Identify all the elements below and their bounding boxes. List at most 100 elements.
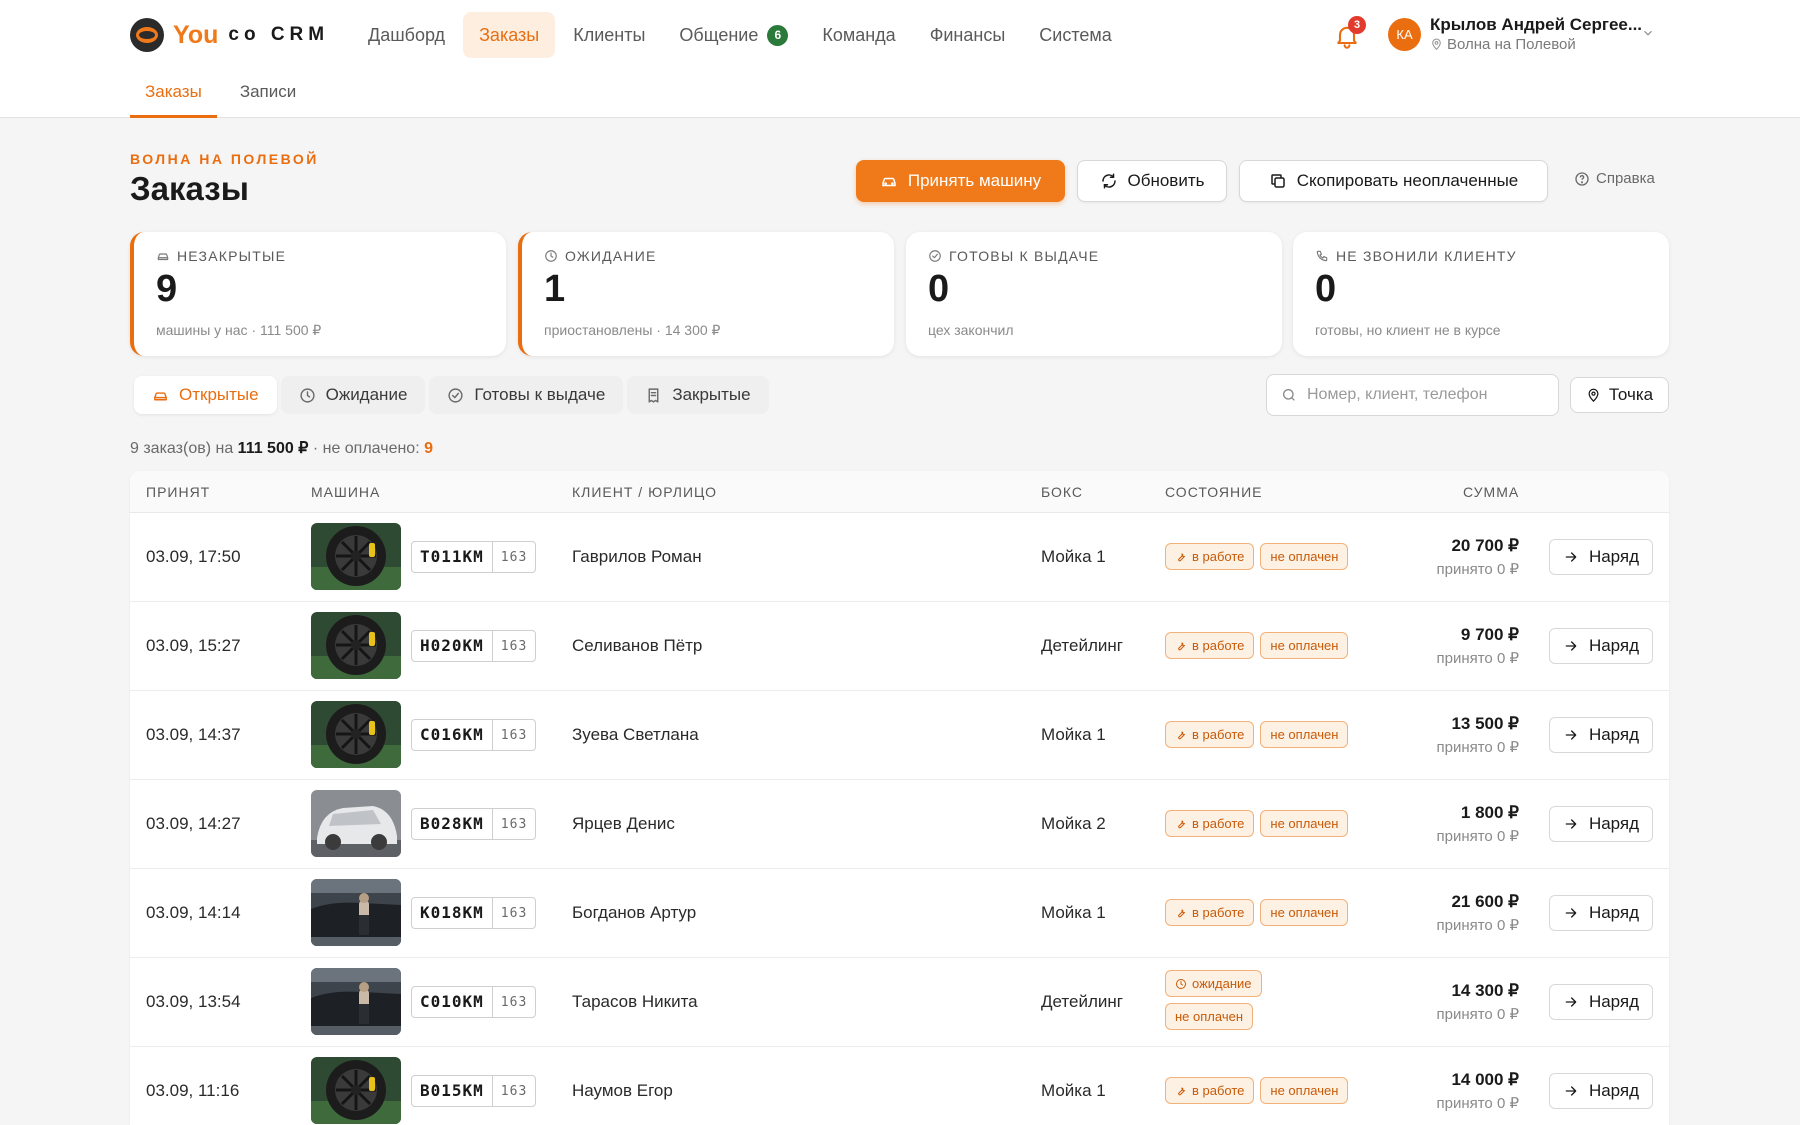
copy-icon <box>1270 174 1285 188</box>
chevron-down-icon[interactable] <box>1641 26 1655 40</box>
work-order-button[interactable]: Наряд <box>1549 539 1653 575</box>
orders-summary: 9 заказ(ов) на 111 500 ₽ · не оплачено: … <box>130 438 433 458</box>
car-photo-wheel <box>311 701 401 768</box>
work-order-button[interactable]: Наряд <box>1549 717 1653 753</box>
client-name[interactable]: Гаврилов Роман <box>572 547 702 567</box>
car-photo[interactable] <box>311 1057 401 1124</box>
client-name[interactable]: Богданов Артур <box>572 903 696 923</box>
accept-car-button[interactable]: Принять машину <box>856 160 1065 202</box>
car-photo[interactable] <box>311 968 401 1035</box>
stat-card-subtitle: готовы, но клиент не в курсе <box>1315 322 1501 338</box>
header-status[interactable]: СОСТОЯНИЕ <box>1165 484 1262 500</box>
check-circle-icon <box>448 387 463 403</box>
license-plate: В015КМ 163 <box>411 1075 537 1107</box>
status-filters: Открытые Ожидание Готовы к выдаче Закрытые <box>134 376 773 414</box>
nav-item[interactable]: Система <box>1023 12 1128 58</box>
accept-car-label: Принять машину <box>907 171 1042 190</box>
header-box[interactable]: БОКС <box>1041 484 1083 500</box>
license-plate: Н020КМ 163 <box>411 630 537 662</box>
work-order-button[interactable]: Наряд <box>1549 984 1653 1020</box>
search-input[interactable] <box>1307 386 1537 404</box>
work-order-button[interactable]: Наряд <box>1549 1073 1653 1109</box>
header-sum[interactable]: СУММА <box>1463 484 1519 500</box>
stat-card-label: ОЖИДАНИЕ <box>544 248 657 264</box>
header-accepted[interactable]: ПРИНЯТ <box>146 484 210 500</box>
user-location-label: Волна на Полевой <box>1447 36 1576 53</box>
table-row[interactable]: 03.09, 17:50 Т011КМ 163 Гаврилов Роман Мойка… <box>130 513 1669 602</box>
client-name[interactable]: Селиванов Пётр <box>572 636 702 656</box>
order-sum: 14 000 ₽ <box>1451 1070 1519 1089</box>
table-row[interactable]: 03.09, 15:27 Н020КМ 163 Селиванов Пётр Детей… <box>130 602 1669 691</box>
subtabs: Заказы Записи <box>130 72 319 118</box>
stat-card[interactable]: НЕЗАКРЫТЫЕ 9 машины у нас · 111 500 ₽ <box>130 232 506 356</box>
nav-item[interactable]: Команда <box>806 12 911 58</box>
help-icon <box>1575 171 1589 186</box>
status-badge-label: не оплачен <box>1270 816 1339 831</box>
car-photo[interactable] <box>311 879 401 946</box>
car-photo[interactable] <box>311 523 401 590</box>
filter-tab[interactable]: Ожидание <box>280 376 426 414</box>
client-name[interactable]: Тарасов Никита <box>572 992 698 1012</box>
nav-item[interactable]: Дашборд <box>352 12 461 58</box>
arrow-right-icon <box>1565 1086 1577 1096</box>
header-car[interactable]: МАШИНА <box>311 484 380 500</box>
box-name: Мойка 2 <box>1041 814 1106 833</box>
car-photo-wheel <box>311 523 401 590</box>
sum-cell: 9 700 ₽ принято 0 ₽ <box>1436 625 1519 667</box>
work-order-button[interactable]: Наряд <box>1549 806 1653 842</box>
search-box[interactable] <box>1266 374 1559 416</box>
logo[interactable]: You co CRM <box>130 17 329 53</box>
orders-table: ПРИНЯТ МАШИНА КЛИЕНТ / ЮРЛИЦО БОКС СОСТО… <box>130 471 1669 1125</box>
stat-card[interactable]: НЕ ЗВОНИЛИ КЛИЕНТУ 0 готовы, но клиент не … <box>1293 232 1669 356</box>
table-row[interactable]: 03.09, 14:14 К018КМ 163 Богданов Артур Мойка… <box>130 869 1669 958</box>
help-link[interactable]: Справка <box>1574 170 1655 187</box>
table-row[interactable]: 03.09, 14:37 С016КМ 163 Зуева Светлана Мойка… <box>130 691 1669 780</box>
refresh-label: Обновить <box>1127 171 1205 190</box>
status-badge-label: в работе <box>1192 905 1245 920</box>
work-order-button[interactable]: Наряд <box>1549 895 1653 931</box>
nav-item[interactable]: Заказы <box>463 12 556 58</box>
status-badge: в работе <box>1165 632 1255 659</box>
status-badge: не оплачен <box>1260 632 1349 659</box>
filter-tab[interactable]: Готовы к выдаче <box>429 376 624 414</box>
copy-unpaid-button[interactable]: Скопировать неоплаченные <box>1239 160 1548 202</box>
filter-tab[interactable]: Открытые <box>134 376 277 414</box>
nav-item-label: Клиенты <box>573 25 646 45</box>
nav-item[interactable]: Общение 6 <box>663 12 804 58</box>
stat-card-label-text: НЕЗАКРЫТЫЕ <box>177 248 287 264</box>
table-row[interactable]: 03.09, 14:27 В028КМ 163 Ярцев Денис Мойка 2 в… <box>130 780 1669 869</box>
filter-tab[interactable]: Закрытые <box>627 376 769 414</box>
box-name: Мойка 1 <box>1041 903 1106 922</box>
summary-prefix: 9 заказ(ов) на <box>130 440 234 457</box>
box-name: Мойка 1 <box>1041 547 1106 566</box>
table-row[interactable]: 03.09, 13:54 С010КМ 163 Тарасов Никита Детей… <box>130 958 1669 1047</box>
client-name[interactable]: Ярцев Денис <box>572 814 675 834</box>
car-photo[interactable] <box>311 790 401 857</box>
status-cell: ожидание не оплачен <box>1165 970 1385 1036</box>
plate-region: 163 <box>500 549 528 565</box>
avatar[interactable]: КА <box>1388 18 1421 51</box>
user-name[interactable]: Крылов Андрей Сергее... <box>1430 15 1642 35</box>
nav-item[interactable]: Клиенты <box>557 12 661 58</box>
table-row[interactable]: 03.09, 11:16 В015КМ 163 Наумов Егор Мойка 1 в… <box>130 1047 1669 1125</box>
car-photo[interactable] <box>311 612 401 679</box>
stat-card[interactable]: ОЖИДАНИЕ 1 приостановлены · 14 300 ₽ <box>518 232 894 356</box>
subtab[interactable]: Записи <box>225 72 311 118</box>
work-order-label: Наряд <box>1588 814 1640 833</box>
work-order-button[interactable]: Наряд <box>1549 628 1653 664</box>
car-photo[interactable] <box>311 701 401 768</box>
unread-count-badge: 6 <box>767 24 789 46</box>
box-name: Мойка 1 <box>1041 1081 1106 1100</box>
stat-card[interactable]: ГОТОВЫ К ВЫДАЧЕ 0 цех закончил <box>906 232 1282 356</box>
refresh-button[interactable]: Обновить <box>1077 160 1227 202</box>
filter-tab-label: Открытые <box>179 385 259 404</box>
subtab[interactable]: Заказы <box>130 72 217 118</box>
nav-item[interactable]: Финансы <box>914 12 1022 58</box>
client-name[interactable]: Наумов Егор <box>572 1081 673 1101</box>
paid-amount: принято 0 ₽ <box>1436 1095 1519 1112</box>
point-button[interactable]: Точка <box>1570 377 1669 413</box>
status-badge-label: в работе <box>1192 816 1245 831</box>
license-plate: В028КМ 163 <box>411 808 537 840</box>
header-client[interactable]: КЛИЕНТ / ЮРЛИЦО <box>572 484 717 500</box>
client-name[interactable]: Зуева Светлана <box>572 725 699 745</box>
